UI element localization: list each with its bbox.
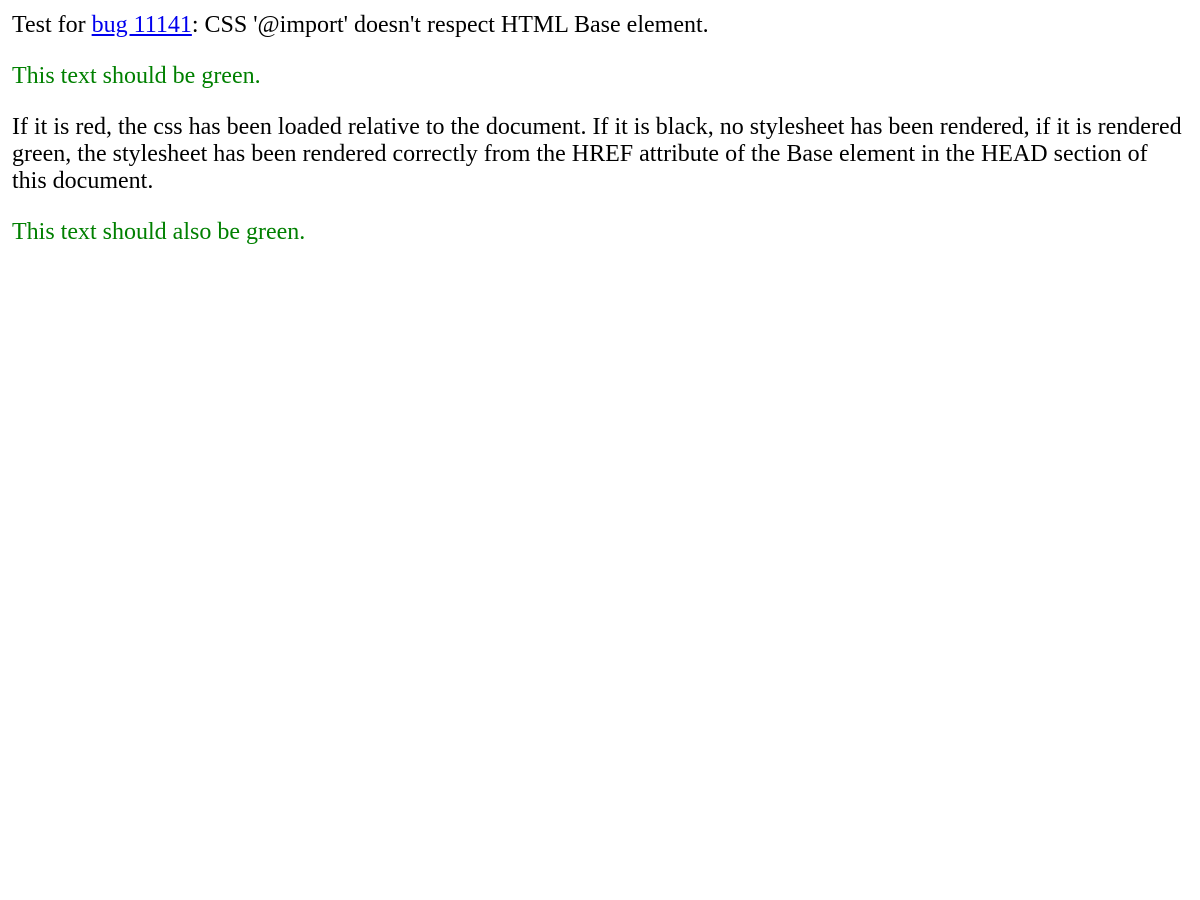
- intro-suffix: : CSS '@import' doesn't respect HTML Bas…: [191, 12, 709, 38]
- bug-link[interactable]: bug 11141: [92, 12, 192, 38]
- intro-prefix: Test for: [12, 12, 92, 38]
- green-test-text-1: This text should be green.: [12, 63, 261, 89]
- explanation-paragraph: If it is red, the css has been loaded re…: [12, 114, 1182, 194]
- intro-paragraph: Test for bug 11141: CSS '@import' doesn'…: [12, 12, 1188, 39]
- document-body: Test for bug 11141: CSS '@import' doesn'…: [0, 0, 1200, 246]
- green-test-text-2: This text should also be green.: [12, 219, 306, 245]
